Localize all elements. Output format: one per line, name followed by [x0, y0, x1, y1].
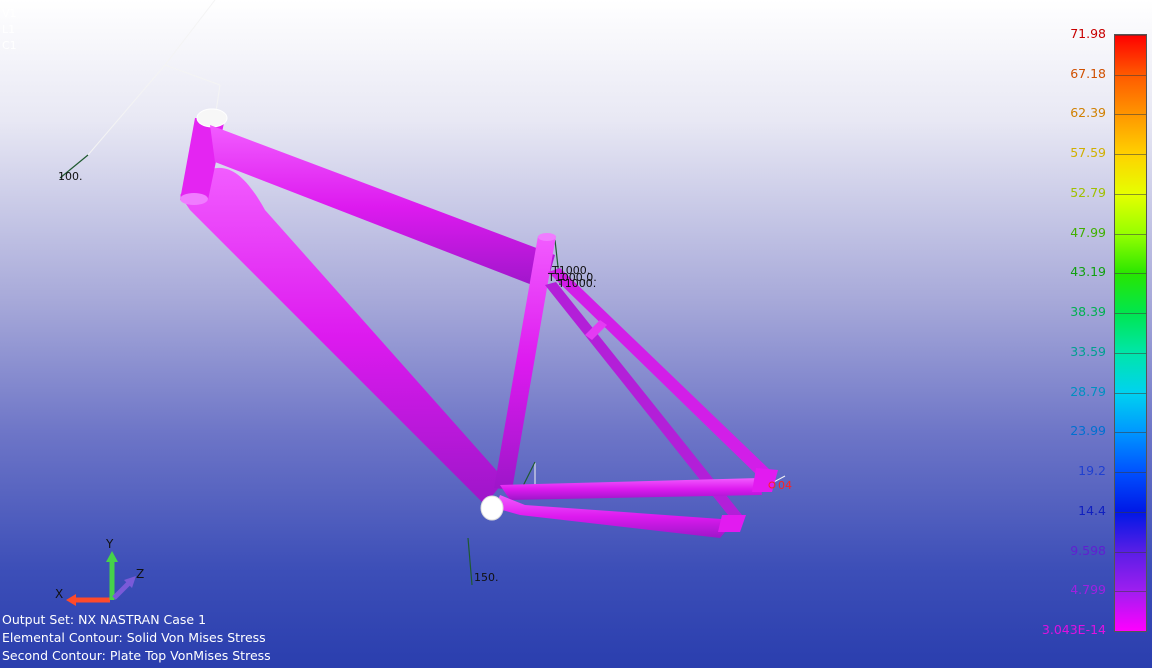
legend-tick — [1115, 35, 1146, 36]
load-arrows — [59, 154, 561, 586]
contour-legend-bar — [1114, 34, 1147, 632]
legend-color-cell — [1115, 511, 1146, 553]
head-tube-bottom — [180, 193, 208, 205]
triad-z-label: Z — [136, 567, 145, 581]
legend-value-label: 33.59 — [1070, 343, 1106, 359]
legend-tick — [1115, 114, 1146, 116]
bottom-bracket — [480, 495, 504, 521]
legend-value-label: 14.4 — [1078, 502, 1106, 518]
legend-value-label: 43.19 — [1070, 264, 1106, 280]
legend-value-label: 28.79 — [1070, 383, 1106, 399]
legend-value-label: 52.79 — [1070, 184, 1106, 200]
legend-value-label: 9.598 — [1070, 542, 1106, 558]
legend-color-cell — [1115, 472, 1146, 513]
triad-y-label: Y — [106, 537, 114, 551]
seat-stay-upper — [548, 268, 770, 478]
dropout-upper — [752, 468, 778, 492]
legend-color-cell — [1115, 273, 1146, 314]
load-label-top: 100. — [58, 170, 83, 183]
legend-value-label: 67.18 — [1070, 65, 1106, 81]
legend-tick — [1115, 551, 1146, 553]
output-set-text: Output Set: NX NASTRAN Case 1 — [2, 612, 207, 627]
legend-tick — [1115, 511, 1146, 513]
legend-color-cell — [1115, 352, 1146, 394]
legend-tick — [1115, 74, 1146, 76]
legend-value-label: 19.2 — [1078, 463, 1106, 479]
view-id-view: V1 — [2, 7, 17, 20]
legend-color-cell — [1115, 35, 1146, 76]
legend-tick — [1115, 313, 1146, 315]
legend-tick — [1115, 432, 1146, 434]
legend-value-label: 4.799 — [1070, 582, 1106, 598]
legend-color-cell — [1115, 114, 1146, 155]
contour-legend-labels: 71.98 67.18 62.39 57.59 52.79 47.99 43.19 38.39… — [1030, 26, 1106, 638]
load-label-bottom: 150. — [474, 571, 499, 584]
chain-stay-lower — [495, 495, 735, 538]
coordinate-triad: X Y Z — [50, 535, 160, 610]
legend-tick — [1115, 273, 1146, 275]
triad-x-label: X — [55, 587, 64, 601]
legend-value-label: 57.59 — [1070, 145, 1106, 161]
legend-color-cell — [1115, 432, 1146, 473]
head-tube-top — [196, 108, 228, 128]
legend-color-cell — [1115, 551, 1146, 592]
second-contour-text: Second Contour: Plate Top VonMises Stres… — [2, 648, 271, 663]
elemental-contour-text: Elemental Contour: Solid Von Mises Stres… — [2, 630, 266, 645]
legend-color-cell — [1115, 233, 1146, 274]
dropout-lower — [718, 515, 746, 532]
legend-value-label: 3.043E-14 — [1041, 622, 1106, 637]
legend-tick — [1115, 472, 1146, 474]
view-id-load: L1 — [2, 23, 16, 36]
legend-color-cell — [1115, 74, 1146, 115]
view-id-constraint: C1 — [2, 39, 17, 52]
legend-tick — [1115, 154, 1146, 156]
legend-tick — [1115, 392, 1146, 394]
load-label-mid-3: T1000. — [558, 277, 597, 290]
legend-color-cell — [1115, 392, 1146, 433]
bike-frame-model[interactable] — [0, 0, 1152, 668]
legend-value-label: 62.39 — [1070, 105, 1106, 121]
legend-value-label: 71.98 — [1070, 26, 1106, 41]
legend-color-cell — [1115, 591, 1146, 632]
legend-value-label: 47.99 — [1070, 224, 1106, 240]
legend-color-cell — [1115, 193, 1146, 235]
dropout-value-label: 04 — [778, 479, 792, 492]
legend-tick — [1115, 591, 1146, 593]
legend-value-label: 23.99 — [1070, 423, 1106, 439]
graphics-viewport[interactable]: V1 L1 C1 100. T1000. T1000.0. T1000. 150… — [0, 0, 1152, 668]
legend-tick — [1115, 233, 1146, 235]
output-info: Output Set: NX NASTRAN Case 1 Elemental … — [2, 611, 271, 665]
legend-tick — [1115, 193, 1146, 195]
seat-tube-top — [538, 233, 556, 241]
legend-color-cell — [1115, 313, 1146, 354]
legend-value-label: 38.39 — [1070, 304, 1106, 320]
legend-color-cell — [1115, 154, 1146, 195]
legend-tick — [1115, 352, 1146, 354]
